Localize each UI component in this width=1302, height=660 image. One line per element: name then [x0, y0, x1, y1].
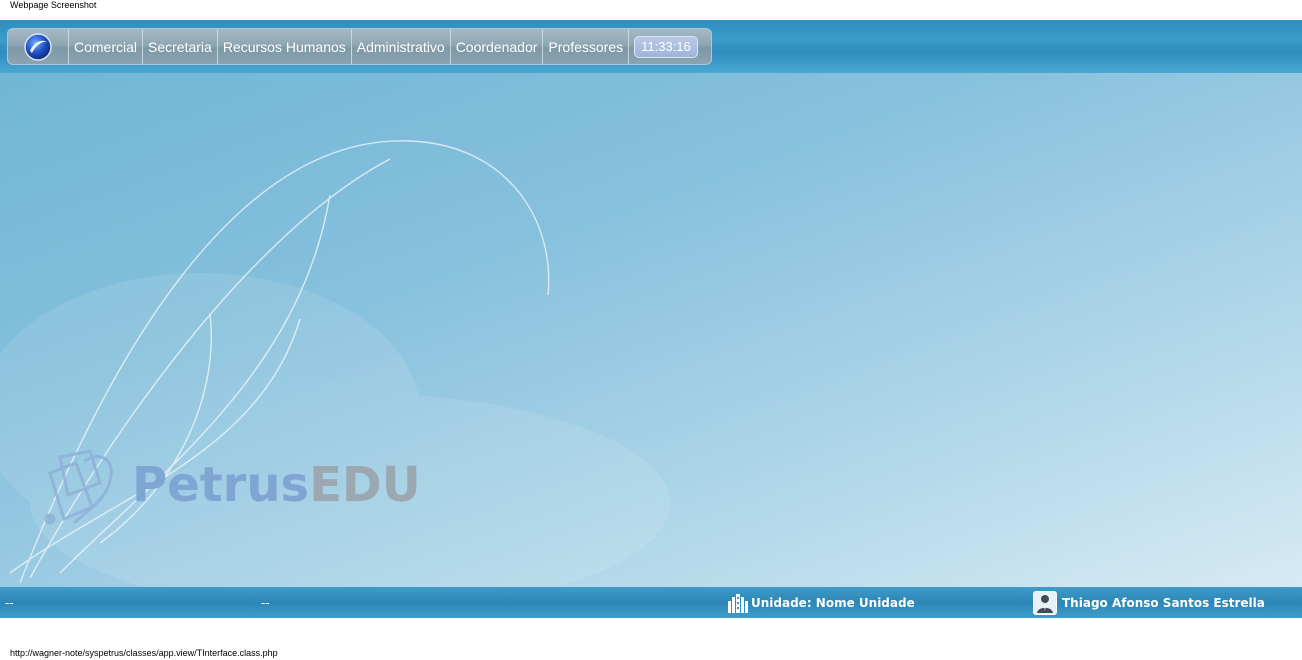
status-url: http://wagner-note/syspetrus/classes/app… — [10, 648, 278, 658]
app-logo-icon[interactable] — [8, 29, 69, 64]
main-workspace: PetrusEDU — [0, 73, 1302, 587]
status-bar: -- -- Unidade: Nome Unidade Thiago Afons… — [0, 587, 1302, 618]
unit-indicator[interactable]: Unidade: Nome Unidade — [727, 587, 915, 618]
menu-item-professores[interactable]: Professores — [543, 29, 630, 64]
user-indicator[interactable]: Thiago Afonso Santos Estrella — [1033, 587, 1265, 618]
petrus-logo-icon — [44, 449, 113, 525]
clock-wrap: 11:33:16 — [629, 29, 698, 64]
page-caption: Webpage Screenshot — [10, 0, 97, 10]
top-bar: Comercial Secretaria Recursos Humanos Ad… — [0, 20, 1302, 73]
clock: 11:33:16 — [634, 35, 698, 58]
brand: PetrusEDU — [42, 443, 421, 527]
menu-item-administrativo[interactable]: Administrativo — [352, 29, 451, 64]
brand-part2: EDU — [309, 457, 421, 513]
brand-text: PetrusEDU — [132, 457, 421, 513]
menu-item-recursos-humanos[interactable]: Recursos Humanos — [218, 29, 352, 64]
unit-label: Unidade: Nome Unidade — [751, 595, 915, 610]
user-avatar-icon — [1033, 590, 1057, 615]
menu-item-secretaria[interactable]: Secretaria — [143, 29, 218, 64]
menu-item-coordenador[interactable]: Coordenador — [451, 29, 544, 64]
status-left: -- — [5, 595, 14, 610]
main-menu: Comercial Secretaria Recursos Humanos Ad… — [7, 28, 712, 65]
brand-part1: Petrus — [132, 457, 310, 513]
building-icon — [728, 593, 748, 613]
user-name: Thiago Afonso Santos Estrella — [1062, 595, 1265, 610]
status-mid: -- — [261, 595, 270, 610]
menu-item-comercial[interactable]: Comercial — [69, 29, 144, 64]
app-frame: Comercial Secretaria Recursos Humanos Ad… — [0, 20, 1302, 618]
